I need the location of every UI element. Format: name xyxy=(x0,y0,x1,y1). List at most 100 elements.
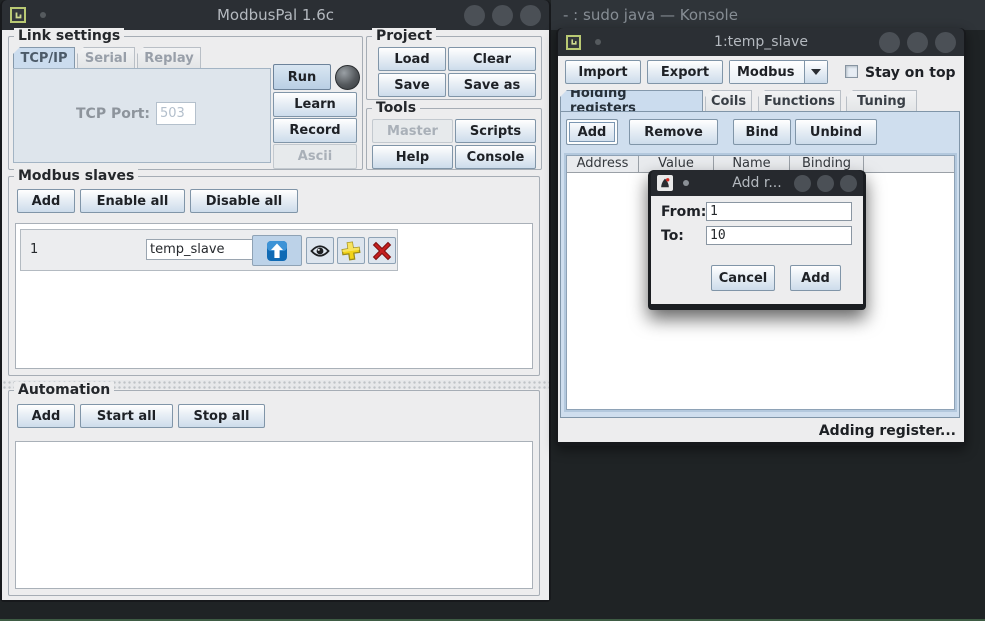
tcpip-tab-panel: TCP Port: xyxy=(13,68,271,163)
to-field[interactable] xyxy=(706,226,852,245)
tab-coils[interactable]: Coils xyxy=(705,90,752,111)
register-bind-button-label: Bind xyxy=(746,125,779,140)
tab-functions[interactable]: Functions xyxy=(758,90,841,111)
window-close-button[interactable] xyxy=(840,175,857,192)
window-close-button[interactable] xyxy=(520,5,541,26)
java-duke-icon xyxy=(657,175,673,191)
stop-all-button-label: Stop all xyxy=(193,409,249,424)
register-add-button[interactable]: Add xyxy=(566,119,618,145)
save-button[interactable]: Save xyxy=(378,73,446,97)
load-button[interactable]: Load xyxy=(378,47,446,71)
register-remove-button[interactable]: Remove xyxy=(629,119,718,145)
console-button[interactable]: Console xyxy=(455,145,536,169)
save-as-button[interactable]: Save as xyxy=(448,73,536,97)
tools-group: Tools Master Scripts Help Console xyxy=(366,108,542,170)
disable-all-button[interactable]: Disable all xyxy=(190,189,298,213)
ascii-button[interactable]: Ascii xyxy=(273,144,357,169)
protocol-dropdown[interactable]: Modbus xyxy=(729,60,828,84)
dialog-cancel-button[interactable]: Cancel xyxy=(711,265,775,291)
slave-enabled-toggle-button[interactable] xyxy=(252,235,302,266)
window-minimize-button[interactable] xyxy=(794,175,811,192)
slave-name-field[interactable] xyxy=(146,239,263,260)
slave-id: 1 xyxy=(30,242,38,257)
learn-button-label: Learn xyxy=(294,97,336,112)
window-maximize-button[interactable] xyxy=(817,175,834,192)
slave-delete-button[interactable] xyxy=(368,237,396,264)
tcp-port-field[interactable] xyxy=(156,102,196,125)
record-button-label: Record xyxy=(289,123,340,138)
enable-all-button-label: Enable all xyxy=(97,194,169,209)
window-maximize-button[interactable] xyxy=(492,5,513,26)
link-settings-title: Link settings xyxy=(14,28,124,44)
enable-all-button[interactable]: Enable all xyxy=(80,189,185,213)
master-button[interactable]: Master xyxy=(372,119,453,143)
tab-coils-label: Coils xyxy=(711,94,746,109)
slave-titlebar[interactable]: 1:temp_slave xyxy=(558,28,964,56)
run-button-label: Run xyxy=(288,70,317,85)
help-button[interactable]: Help xyxy=(372,145,453,169)
export-button[interactable]: Export xyxy=(647,60,723,84)
add-registers-dialog: Add r... From: To: Cancel Add xyxy=(648,170,866,310)
tcp-port-label: TCP Port: xyxy=(76,106,150,122)
from-label: From: xyxy=(661,204,706,220)
import-button[interactable]: Import xyxy=(565,60,641,84)
dialog-cancel-button-label: Cancel xyxy=(719,271,768,286)
java-app-icon[interactable] xyxy=(566,35,581,50)
start-all-button[interactable]: Start all xyxy=(80,404,173,428)
save-button-label: Save xyxy=(394,78,429,93)
slave-view-button[interactable] xyxy=(306,237,334,264)
from-field[interactable] xyxy=(706,202,852,221)
automation-group: Automation Add Start all Stop all xyxy=(8,390,540,596)
load-button-label: Load xyxy=(394,52,429,67)
stop-all-button[interactable]: Stop all xyxy=(178,404,265,428)
tab-serial[interactable]: Serial xyxy=(77,47,135,68)
titlebar-dot-icon xyxy=(683,180,689,186)
learn-button[interactable]: Learn xyxy=(273,92,357,117)
tab-holding-registers[interactable]: Holding registers xyxy=(560,90,703,111)
column-header-address[interactable]: Address xyxy=(567,156,639,172)
modbuspal-window: ModbusPal 1.6c Link settings TCP/IP Seri… xyxy=(0,0,551,602)
konsole-titlebar[interactable]: - : sudo java — Konsole xyxy=(551,0,985,30)
register-unbind-button[interactable]: Unbind xyxy=(795,119,877,145)
dialog-add-button[interactable]: Add xyxy=(790,265,841,291)
window-close-button[interactable] xyxy=(935,32,956,53)
window-minimize-button[interactable] xyxy=(464,5,485,26)
record-button[interactable]: Record xyxy=(273,118,357,143)
stay-on-top-label: Stay on top xyxy=(865,65,956,81)
ascii-button-label: Ascii xyxy=(298,149,332,164)
java-app-icon[interactable] xyxy=(10,7,26,23)
link-settings-group: Link settings TCP/IP Serial Replay TCP P… xyxy=(8,36,363,170)
dialog-titlebar[interactable]: Add r... xyxy=(651,170,863,196)
dialog-body: From: To: Cancel Add xyxy=(651,196,863,304)
tab-replay[interactable]: Replay xyxy=(137,47,201,68)
window-minimize-button[interactable] xyxy=(879,32,900,53)
window-maximize-button[interactable] xyxy=(907,32,928,53)
tab-tcpip[interactable]: TCP/IP xyxy=(13,47,75,68)
modbuspal-content: Link settings TCP/IP Serial Replay TCP P… xyxy=(2,30,549,600)
slave-duplicate-button[interactable] xyxy=(337,237,365,264)
arrow-up-icon xyxy=(266,240,288,262)
import-button-label: Import xyxy=(578,65,627,80)
project-title: Project xyxy=(372,28,436,44)
stay-on-top-checkbox[interactable] xyxy=(845,65,858,78)
konsole-title: - : sudo java — Konsole xyxy=(563,6,738,24)
tab-replay-label: Replay xyxy=(144,51,193,66)
tab-tuning[interactable]: Tuning xyxy=(846,90,917,111)
modbus-slaves-group: Modbus slaves Add Enable all Disable all… xyxy=(8,176,540,376)
register-bind-button[interactable]: Bind xyxy=(733,119,791,145)
protocol-dropdown-value: Modbus xyxy=(730,61,804,83)
link-status-led-icon xyxy=(335,65,360,90)
scripts-button-label: Scripts xyxy=(470,124,521,139)
scripts-button[interactable]: Scripts xyxy=(455,119,536,143)
automation-add-button[interactable]: Add xyxy=(17,404,75,428)
modbuspal-titlebar[interactable]: ModbusPal 1.6c xyxy=(2,0,549,30)
tab-tcpip-label: TCP/IP xyxy=(20,51,67,66)
clear-button[interactable]: Clear xyxy=(448,47,536,71)
modbus-slaves-title: Modbus slaves xyxy=(14,168,138,184)
tab-tuning-label: Tuning xyxy=(857,94,906,109)
tab-functions-label: Functions xyxy=(764,94,835,109)
run-button[interactable]: Run xyxy=(273,64,331,90)
dialog-add-button-label: Add xyxy=(801,271,830,286)
slaves-add-button[interactable]: Add xyxy=(17,189,75,213)
master-button-label: Master xyxy=(387,124,438,139)
